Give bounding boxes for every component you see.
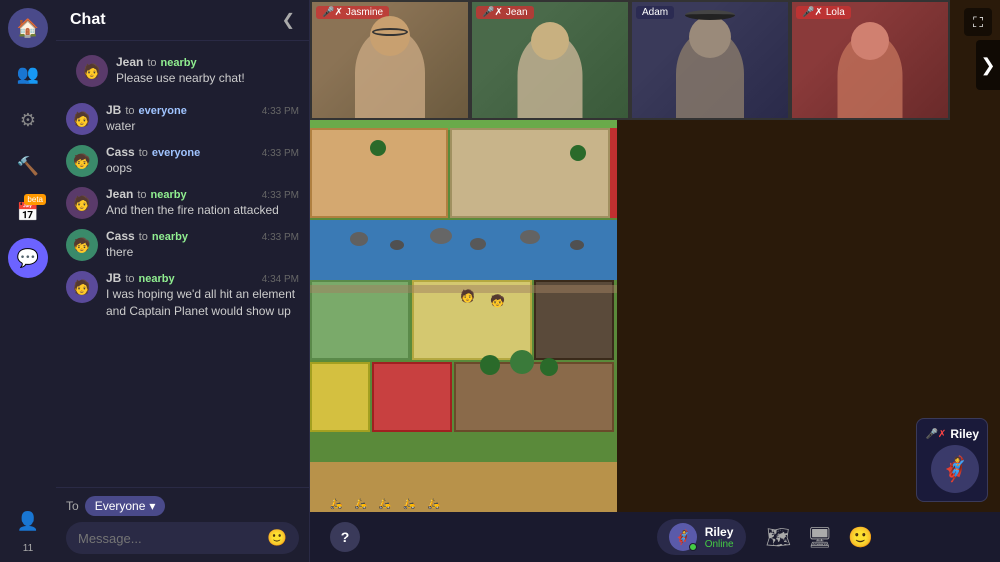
- msg-content-0: Jean to nearby Please use nearby chat!: [116, 55, 289, 87]
- msg-to-2: to: [139, 147, 148, 159]
- chat-message-input[interactable]: [78, 531, 261, 546]
- avatar-jean-3: 🧑: [66, 187, 98, 219]
- msg-content-5: JB to nearby 4:34 PM I was hoping we'd a…: [106, 271, 299, 320]
- msg-text-0: Please use nearby chat!: [116, 70, 289, 87]
- msg-header-4: Cass to nearby 4:33 PM: [106, 229, 299, 243]
- chat-message-5: 🧑 JB to nearby 4:34 PM I was hoping we'd…: [66, 267, 299, 324]
- nav-calendar[interactable]: beta 📅: [8, 192, 48, 232]
- avatar-jean-0: 🧑: [76, 55, 108, 87]
- avatar-jb-1: 🧑: [66, 103, 98, 135]
- map-icon[interactable]: 🗺: [766, 525, 791, 550]
- bottom-emoji-icon[interactable]: 🙂: [848, 525, 873, 550]
- msg-content-4: Cass to nearby 4:33 PM there: [106, 229, 299, 261]
- msg-header-3: Jean to nearby 4:33 PM: [106, 187, 299, 201]
- chat-header: Chat ❮: [56, 0, 309, 41]
- chat-message-2: 🧒 Cass to everyone 4:33 PM oops: [66, 141, 299, 181]
- msg-time-4: 4:33 PM: [262, 232, 299, 243]
- game-map[interactable]: 🧑 🧒 MEETINGS 🛵 🛵 🛵 🛵 🛵: [310, 0, 1000, 512]
- chat-message-4: 🧒 Cass to nearby 4:33 PM there: [66, 225, 299, 265]
- chevron-down-icon: ▾: [149, 499, 155, 513]
- msg-time-1: 4:33 PM: [262, 106, 299, 117]
- chat-input-area: To Everyone ▾ 🙂: [56, 487, 309, 562]
- msg-sender-5: JB: [106, 271, 121, 285]
- nav-home[interactable]: 🏠: [8, 8, 48, 48]
- beta-badge: beta: [24, 194, 46, 205]
- msg-text-3: And then the fire nation attacked: [106, 202, 299, 219]
- chat-message-0: 🧑 Jean to nearby Please use nearby chat!: [66, 49, 299, 93]
- msg-time-2: 4:33 PM: [262, 148, 299, 159]
- msg-time-5: 4:34 PM: [262, 274, 299, 285]
- msg-content-3: Jean to nearby 4:33 PM And then the fire…: [106, 187, 299, 219]
- msg-to-1: to: [125, 105, 134, 117]
- msg-to-5: to: [125, 273, 134, 285]
- msg-content-2: Cass to everyone 4:33 PM oops: [106, 145, 299, 177]
- chat-recipient-value: Everyone: [95, 499, 146, 513]
- msg-to-3: to: [137, 189, 146, 201]
- riley-popup-name: Riley: [950, 427, 979, 441]
- msg-text-2: oops: [106, 160, 299, 177]
- screen-icon[interactable]: 🖥: [807, 525, 832, 550]
- bottom-icons: 🗺 🖥 🙂: [766, 525, 874, 550]
- user-avatar: 🦸: [669, 523, 697, 551]
- avatar-cass-2: 🧒: [66, 145, 98, 177]
- avatar-cass-4: 🧒: [66, 229, 98, 261]
- msg-sender-4: Cass: [106, 229, 135, 243]
- avatar-jb-5: 🧑: [66, 271, 98, 303]
- user-info: Riley Online: [705, 525, 734, 550]
- msg-to-4: to: [139, 231, 148, 243]
- msg-time-3: 4:33 PM: [262, 190, 299, 201]
- online-status-dot: [689, 543, 697, 551]
- msg-header-5: JB to nearby 4:34 PM: [106, 271, 299, 285]
- chat-to-row: To Everyone ▾: [66, 496, 299, 516]
- user-count-badge: 11: [23, 543, 33, 554]
- nav-people[interactable]: 👥: [8, 54, 48, 94]
- msg-content-1: JB to everyone 4:33 PM water: [106, 103, 299, 135]
- msg-channel-1: everyone: [139, 105, 187, 117]
- msg-text-1: water: [106, 118, 299, 135]
- msg-text-4: there: [106, 244, 299, 261]
- chat-to-label: To: [66, 499, 79, 513]
- chat-input-row: 🙂: [66, 522, 299, 554]
- msg-header-1: JB to everyone 4:33 PM: [106, 103, 299, 117]
- map-left-section[interactable]: 🧑 🧒 MEETINGS 🛵 🛵 🛵 🛵 🛵: [310, 0, 620, 512]
- chat-collapse-button[interactable]: ❮: [282, 10, 295, 30]
- msg-channel-5: nearby: [139, 273, 175, 285]
- msg-channel-0: nearby: [161, 57, 197, 69]
- msg-sender-2: Cass: [106, 145, 135, 159]
- emoji-button[interactable]: 🙂: [267, 528, 287, 548]
- nav-people2[interactable]: 👤: [8, 501, 48, 541]
- msg-channel-2: everyone: [152, 147, 200, 159]
- chat-recipient-select[interactable]: Everyone ▾: [85, 496, 166, 516]
- left-nav: 🏠 👥 ⚙ 🔨 beta 📅 💬 👤 11: [0, 0, 56, 562]
- chat-message-3: 🧑 Jean to nearby 4:33 PM And then the fi…: [66, 183, 299, 223]
- riley-popup: 🎤✗ Riley 🦸: [916, 418, 988, 502]
- nav-settings[interactable]: ⚙: [8, 100, 48, 140]
- user-status-text: Online: [705, 539, 734, 550]
- user-name: Riley: [705, 525, 734, 539]
- msg-sender-3: Jean: [106, 187, 133, 201]
- chat-message-1: 🧑 JB to everyone 4:33 PM water: [66, 99, 299, 139]
- user-status-pill: 🦸 Riley Online: [657, 519, 746, 555]
- riley-popup-avatar: 🦸: [931, 445, 979, 493]
- msg-sender-1: JB: [106, 103, 121, 117]
- msg-header-0: Jean to nearby: [116, 55, 289, 69]
- msg-channel-4: nearby: [152, 231, 188, 243]
- msg-sender-0: Jean: [116, 55, 143, 69]
- chat-panel: Chat ❮ 🧑 Jean to nearby Please use nearb…: [56, 0, 310, 562]
- main-game-area: 🎤✗ Jasmine 🎤✗ Jean Adam: [310, 0, 1000, 562]
- msg-header-2: Cass to everyone 4:33 PM: [106, 145, 299, 159]
- msg-channel-3: nearby: [151, 189, 187, 201]
- msg-text-5: I was hoping we'd all hit an element and…: [106, 286, 299, 320]
- bottom-bar: ? 🦸 Riley Online 🗺 🖥 🙂: [310, 512, 1000, 562]
- chat-title: Chat: [70, 11, 106, 29]
- msg-to-0: to: [147, 57, 156, 69]
- help-button[interactable]: ?: [330, 522, 360, 552]
- nav-build[interactable]: 🔨: [8, 146, 48, 186]
- nav-chat[interactable]: 💬: [8, 238, 48, 278]
- chat-messages: 🧑 Jean to nearby Please use nearby chat!…: [56, 41, 309, 487]
